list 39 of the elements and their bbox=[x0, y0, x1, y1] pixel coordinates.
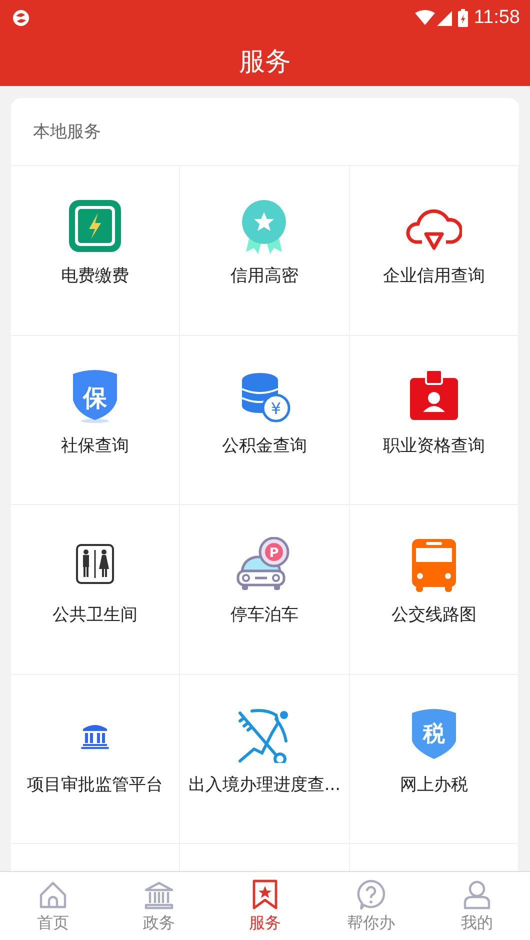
app-notification-icon bbox=[12, 9, 30, 27]
service-label: 公积金查询 bbox=[222, 434, 307, 456]
signal-icon bbox=[436, 10, 452, 26]
nav-tab[interactable]: 我的 bbox=[424, 872, 530, 940]
service-label: 出入境办理进度查... bbox=[188, 774, 341, 796]
service-tile[interactable]: 电费缴费 bbox=[11, 166, 180, 336]
service-label: 信用高密 bbox=[230, 265, 298, 287]
service-tile[interactable]: 公交线路图 bbox=[350, 505, 519, 674]
service-tile[interactable]: P 停车泊车 bbox=[180, 505, 350, 674]
service-tile[interactable]: 项目审批监管平台 bbox=[11, 674, 180, 844]
service-label: 停车泊车 bbox=[230, 604, 298, 626]
service-tile[interactable]: 信用高密 bbox=[180, 166, 350, 336]
service-tile[interactable]: 出入境办理进度查... bbox=[180, 674, 350, 844]
service-tile[interactable]: ¥ 公积金查询 bbox=[180, 336, 350, 505]
service-tile[interactable]: 公共卫生间 bbox=[11, 505, 180, 674]
battery-charging-icon bbox=[458, 9, 468, 27]
service-label: 网上办税 bbox=[400, 774, 468, 796]
service-label: 社保查询 bbox=[61, 434, 130, 456]
nav-tab[interactable]: 服务 bbox=[212, 872, 318, 940]
service-label: 企业信用查询 bbox=[382, 265, 485, 287]
nav-tab[interactable]: 首页 bbox=[0, 872, 106, 940]
section-title: 本地服务 bbox=[33, 121, 101, 143]
service-label: 公交线路图 bbox=[391, 604, 476, 626]
service-label: 项目审批监管平台 bbox=[27, 774, 164, 796]
nav-tab[interactable]: 帮你办 bbox=[318, 872, 424, 940]
service-tile[interactable]: 保 社保查询 bbox=[11, 336, 180, 505]
person-icon bbox=[461, 878, 493, 910]
service-tile[interactable]: 企业信用查询 bbox=[350, 166, 519, 336]
service-label: 职业资格查询 bbox=[382, 434, 485, 456]
nav-tab[interactable]: 政务 bbox=[106, 872, 212, 940]
service-tile[interactable]: 职业资格查询 bbox=[350, 336, 519, 505]
clock-time: 11:58 bbox=[474, 7, 520, 29]
service-label: 公共卫生间 bbox=[52, 604, 138, 626]
service-tile[interactable]: 税 网上办税 bbox=[350, 674, 519, 844]
lightning-card-icon bbox=[67, 198, 124, 254]
page-title: 服务 bbox=[239, 46, 291, 78]
wifi-icon bbox=[414, 10, 435, 26]
service-label: 电费缴费 bbox=[61, 265, 130, 287]
help-icon bbox=[355, 878, 387, 910]
